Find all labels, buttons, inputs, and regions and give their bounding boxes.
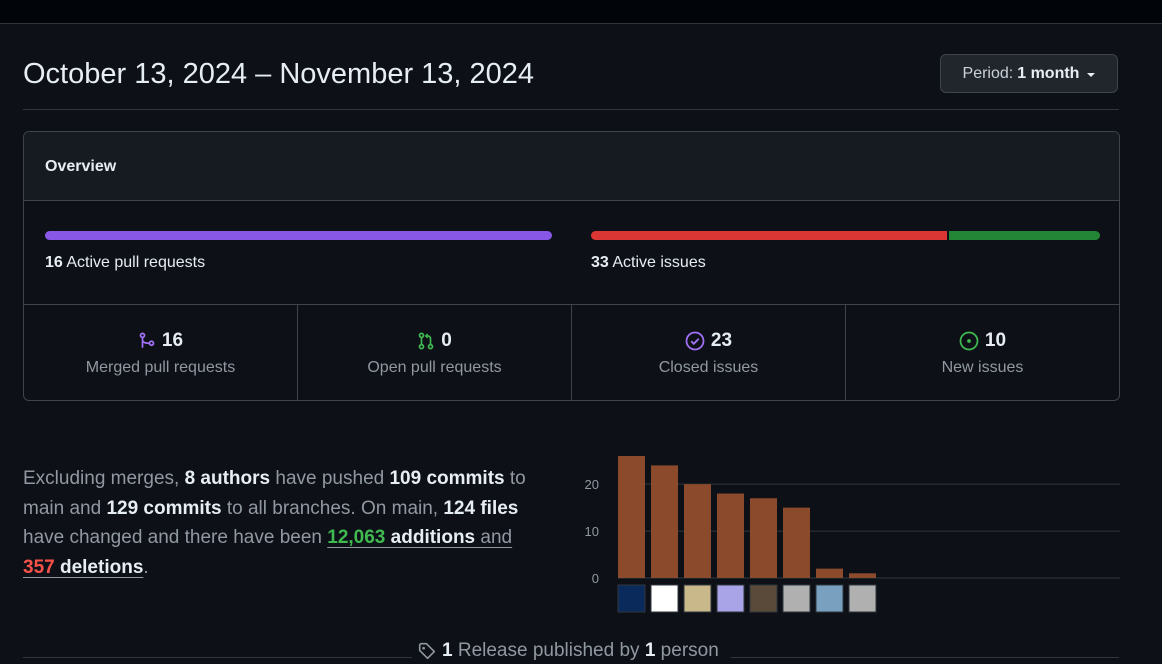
- period-label: Period:: [962, 64, 1014, 82]
- chart-bar[interactable]: [717, 493, 744, 578]
- author-avatar[interactable]: [716, 584, 745, 613]
- files-count: 124 files: [443, 497, 519, 519]
- new-issues-label: New issues: [941, 359, 1024, 376]
- issue-opened-icon: [959, 331, 979, 351]
- y-tick-label: 20: [585, 477, 599, 492]
- active-pr-text: Active pull requests: [66, 254, 206, 271]
- overview-header: Overview: [24, 132, 1119, 201]
- release-section: 1 Release published by 1 person: [0, 638, 1162, 664]
- merged-pr-label: Merged pull requests: [85, 359, 236, 376]
- summary-text: .: [143, 556, 149, 578]
- commit-summary: Excluding merges, 8 authors have pushed …: [23, 464, 563, 582]
- release-text: person: [655, 640, 719, 661]
- period-value: 1 month: [1017, 64, 1080, 82]
- summary-text: to all branches. On main,: [221, 497, 444, 519]
- stat-new-issues[interactable]: 10 New issues: [846, 305, 1119, 400]
- overview-title: Overview: [45, 158, 117, 175]
- y-tick-label: 0: [592, 571, 599, 586]
- summary-text: have pushed: [270, 468, 390, 489]
- release-text: Release published by: [452, 640, 645, 661]
- summary-text: have changed and there have been: [23, 527, 328, 548]
- open-pr-count: 0: [441, 330, 452, 351]
- author-avatar[interactable]: [683, 584, 712, 613]
- author-avatar[interactable]: [815, 584, 844, 613]
- stat-open-pull-requests[interactable]: 0 Open pull requests: [298, 305, 572, 400]
- deletions-word: deletions: [54, 556, 144, 578]
- chart-bar[interactable]: [618, 456, 645, 578]
- issue-closed-icon: [685, 331, 705, 351]
- tag-icon: [418, 642, 436, 660]
- contributors-commit-chart: 0 10 20: [578, 448, 1123, 616]
- closed-issues-segment: [591, 231, 948, 240]
- chart-bar[interactable]: [816, 568, 843, 578]
- caret-down-icon: [1087, 72, 1096, 77]
- summary-text: and: [475, 527, 513, 548]
- divider: [23, 109, 1119, 110]
- page-title: October 13, 2024 – November 13, 2024: [23, 58, 535, 90]
- open-pr-label: Open pull requests: [367, 359, 502, 376]
- overview-box: Overview 16 Active pull requests 33 Acti…: [23, 131, 1120, 401]
- stat-closed-issues[interactable]: 23 Closed issues: [572, 305, 846, 400]
- chart-bar[interactable]: [684, 484, 711, 578]
- new-issues-count: 10: [984, 330, 1007, 351]
- pull-requests-bar[interactable]: [45, 231, 552, 240]
- merged-pr-count: 16: [161, 330, 184, 351]
- author-avatar[interactable]: [617, 584, 646, 613]
- chart-bar[interactable]: [849, 573, 876, 578]
- additions-count: 12,063: [327, 527, 386, 548]
- chart-bar[interactable]: [750, 498, 777, 578]
- deletions-count: 357: [23, 556, 55, 578]
- git-merge-icon: [139, 332, 155, 348]
- y-tick-label: 10: [585, 524, 599, 539]
- additions-link[interactable]: 12,063 additions and: [327, 527, 512, 548]
- chart-svg: 0 10 20: [585, 456, 1120, 613]
- active-issues-count: 33: [591, 254, 609, 271]
- deletions-link[interactable]: 357 deletions: [23, 557, 143, 578]
- author-avatar[interactable]: [848, 584, 877, 613]
- closed-issues-count: 23: [710, 330, 733, 351]
- closed-issues-label: Closed issues: [658, 359, 759, 376]
- active-issues-text: Active issues: [612, 254, 706, 271]
- release-summary[interactable]: 1 Release published by 1 person: [418, 640, 719, 662]
- chart-bar[interactable]: [783, 507, 810, 578]
- main-commits-count: 109 commits: [389, 468, 505, 489]
- chart-bar[interactable]: [651, 465, 678, 578]
- active-issues-label[interactable]: 33 Active issues: [591, 254, 706, 272]
- author-avatar[interactable]: [782, 584, 811, 613]
- release-divider-left: [23, 657, 412, 658]
- additions-word: additions: [385, 527, 476, 548]
- summary-text: Excluding merges,: [23, 468, 185, 489]
- author-avatar[interactable]: [650, 584, 679, 613]
- period-dropdown-button[interactable]: Period: 1 month: [940, 54, 1118, 93]
- top-bar: [0, 0, 1162, 24]
- active-pull-requests-label[interactable]: 16 Active pull requests: [45, 254, 205, 272]
- release-people-count: 1: [644, 640, 656, 661]
- stats-row: 16 Merged pull requests 0 Open pull requ…: [24, 304, 1119, 400]
- release-divider-right: [731, 657, 1119, 658]
- new-issues-segment: [949, 231, 1100, 240]
- author-avatar[interactable]: [749, 584, 778, 613]
- release-count: 1: [442, 640, 453, 661]
- git-pull-request-icon: [418, 332, 434, 350]
- active-pr-count: 16: [45, 254, 63, 271]
- issues-bar[interactable]: [591, 231, 1100, 240]
- stat-merged-pull-requests[interactable]: 16 Merged pull requests: [24, 305, 298, 400]
- authors-count: 8 authors: [184, 468, 271, 489]
- all-commits-count: 129 commits: [106, 497, 222, 519]
